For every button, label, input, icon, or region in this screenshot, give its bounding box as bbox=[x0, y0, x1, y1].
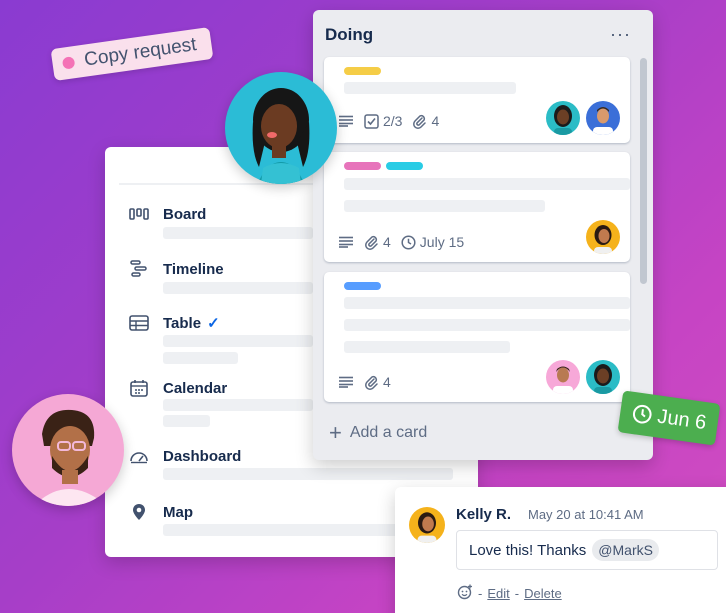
card-label-blue bbox=[344, 282, 381, 290]
checklist-icon bbox=[364, 113, 379, 129]
view-item-table[interactable]: Table ✓ bbox=[129, 313, 220, 333]
dashboard-icon bbox=[129, 446, 149, 466]
view-item-calendar[interactable]: Calendar bbox=[129, 378, 227, 398]
edit-link[interactable]: Edit bbox=[487, 586, 509, 601]
comment-body[interactable]: Love this! Thanks @MarkS bbox=[456, 530, 718, 570]
member-man-pink-avatar[interactable] bbox=[546, 360, 580, 394]
description-icon bbox=[338, 115, 354, 127]
card-attachments: 4 bbox=[364, 234, 391, 250]
placeholder-line bbox=[163, 415, 210, 427]
paperclip-icon bbox=[413, 114, 427, 129]
tag-dot bbox=[61, 56, 76, 70]
comment-panel: Kelly R. May 20 at 10:41 AM Love this! T… bbox=[395, 487, 726, 613]
commenter-avatar bbox=[409, 507, 445, 543]
view-label-timeline: Timeline bbox=[163, 260, 224, 278]
due-date-text: July 15 bbox=[419, 234, 465, 250]
placeholder-line bbox=[344, 341, 510, 353]
clock-icon bbox=[401, 234, 416, 250]
list-scrollbar[interactable] bbox=[640, 58, 647, 284]
list-title: Doing bbox=[325, 25, 374, 44]
placeholder-line bbox=[163, 399, 313, 411]
card-meta: 2/3 4 bbox=[338, 113, 439, 129]
attachment-count: 4 bbox=[431, 113, 440, 129]
view-label-calendar: Calendar bbox=[163, 379, 228, 397]
doing-list: Doing ··· 2/3 4 4 July 15 4 + Add a card bbox=[313, 10, 653, 460]
avatar-man-glasses-large bbox=[12, 394, 124, 506]
paperclip-icon bbox=[365, 235, 378, 250]
card-attachments: 4 bbox=[364, 374, 391, 390]
placeholder-line bbox=[163, 468, 453, 480]
placeholder-line bbox=[344, 200, 545, 212]
card-2[interactable]: 4 July 15 bbox=[324, 152, 630, 262]
plus-icon: + bbox=[329, 420, 342, 445]
comment-author: Kelly R. bbox=[456, 506, 512, 523]
map-pin-icon bbox=[129, 502, 149, 522]
placeholder-line bbox=[163, 227, 313, 239]
clock-icon bbox=[632, 404, 652, 424]
due-date-badge-label: Jun 6 bbox=[656, 405, 708, 434]
card-label-yellow bbox=[344, 67, 381, 75]
description-icon bbox=[338, 376, 354, 388]
copy-request-tag[interactable]: Copy request bbox=[50, 27, 214, 81]
placeholder-line bbox=[344, 178, 630, 190]
description-icon bbox=[338, 236, 354, 248]
card-meta: 4 July 15 bbox=[338, 234, 464, 250]
view-item-timeline[interactable]: Timeline bbox=[129, 259, 224, 279]
card-label-teal bbox=[386, 162, 423, 170]
member-woman-yellow-avatar[interactable] bbox=[586, 220, 620, 254]
action-separator: - bbox=[514, 586, 520, 601]
view-label-dashboard: Dashboard bbox=[163, 447, 242, 465]
attachment-count: 4 bbox=[383, 374, 391, 390]
delete-link[interactable]: Delete bbox=[524, 586, 562, 601]
checklist-count: 2/3 bbox=[383, 113, 403, 129]
tag-label: Copy request bbox=[82, 34, 198, 71]
view-label-board: Board bbox=[163, 205, 207, 223]
view-label-table-text: Table bbox=[163, 314, 202, 332]
card-attachments: 4 bbox=[412, 113, 439, 129]
calendar-icon bbox=[129, 378, 149, 398]
board-icon bbox=[129, 204, 149, 224]
attachment-count: 4 bbox=[383, 234, 391, 250]
add-card-label: Add a card bbox=[349, 424, 428, 441]
member-woman-locs-avatar[interactable] bbox=[546, 101, 580, 135]
view-item-map[interactable]: Map bbox=[129, 502, 193, 522]
card-label-pink bbox=[344, 162, 381, 170]
comment-timestamp: May 20 at 10:41 AM bbox=[528, 507, 644, 522]
mention-chip[interactable]: @MarkS bbox=[592, 539, 659, 561]
view-item-board[interactable]: Board bbox=[129, 204, 206, 224]
card-checklist: 2/3 bbox=[364, 113, 402, 129]
list-menu-button[interactable]: ··· bbox=[610, 24, 631, 45]
comment-actions: - Edit - Delete bbox=[457, 584, 562, 603]
add-card-button[interactable]: + Add a card bbox=[329, 422, 427, 444]
table-icon bbox=[129, 313, 149, 333]
view-label-map: Map bbox=[163, 503, 193, 521]
placeholder-line bbox=[344, 297, 630, 309]
comment-text: Love this! Thanks bbox=[469, 541, 587, 559]
avatar-woman-locs-large bbox=[225, 72, 337, 184]
paperclip-icon bbox=[365, 375, 378, 390]
member-man-blue-avatar[interactable] bbox=[586, 101, 620, 135]
placeholder-line bbox=[344, 319, 630, 331]
add-reaction-icon[interactable] bbox=[457, 584, 473, 603]
card-3[interactable]: 4 bbox=[324, 272, 630, 402]
card-meta: 4 bbox=[338, 374, 391, 390]
check-icon: ✓ bbox=[207, 315, 220, 332]
card-due-date: July 15 bbox=[401, 234, 464, 250]
placeholder-line bbox=[163, 352, 238, 364]
view-item-dashboard[interactable]: Dashboard bbox=[129, 446, 241, 466]
member-woman-teal-avatar[interactable] bbox=[586, 360, 620, 394]
placeholder-line bbox=[344, 82, 516, 94]
placeholder-line bbox=[163, 282, 313, 294]
placeholder-line bbox=[163, 335, 313, 347]
timeline-icon bbox=[129, 259, 149, 279]
card-1[interactable]: 2/3 4 bbox=[324, 57, 630, 143]
view-label-table: Table ✓ bbox=[163, 314, 220, 333]
action-separator: - bbox=[478, 586, 483, 601]
